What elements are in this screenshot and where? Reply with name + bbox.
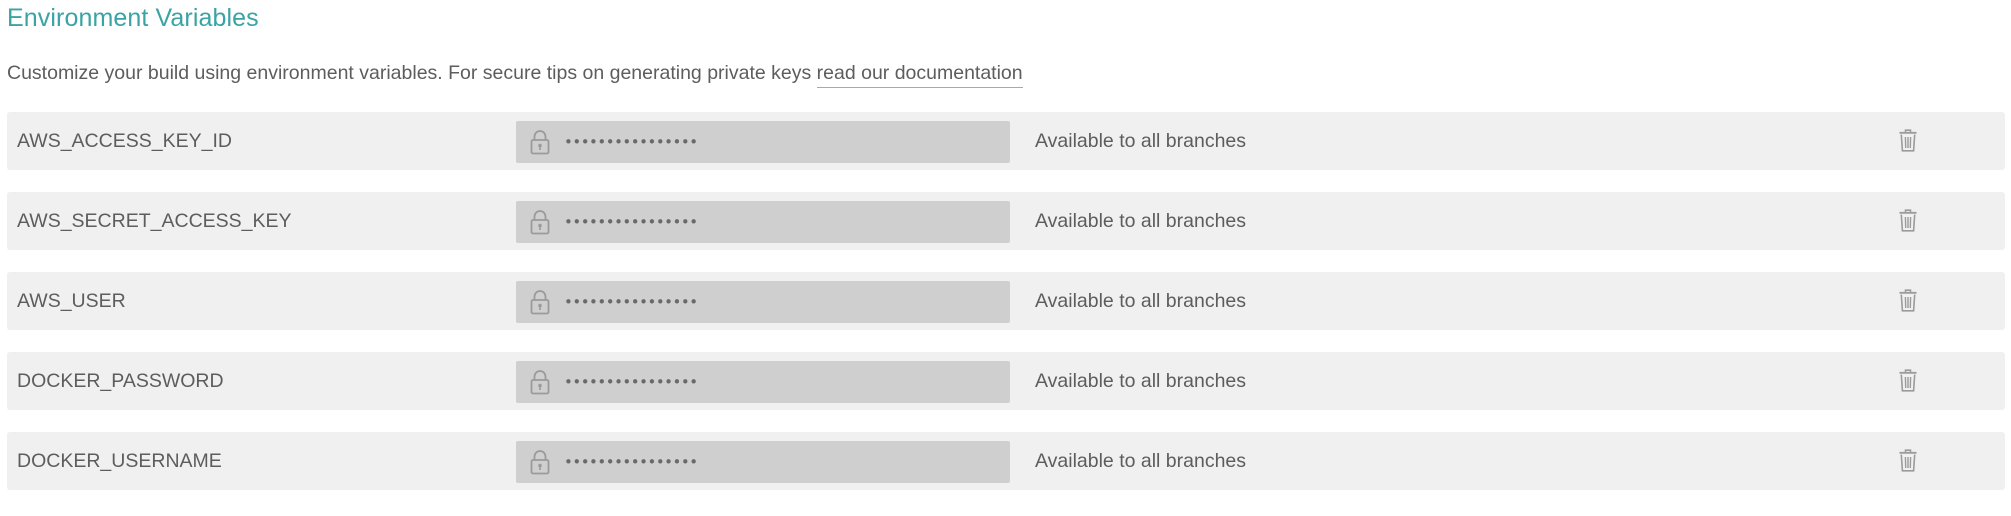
env-var-name: AWS_USER (17, 290, 126, 312)
section-title: Environment Variables (7, 4, 259, 32)
env-var-row: DOCKER_USERNAME •••••••••••••••• Availab… (7, 432, 2005, 490)
trash-icon (1899, 208, 1917, 232)
env-var-value-field[interactable]: •••••••••••••••• (516, 361, 1010, 403)
env-var-name: DOCKER_PASSWORD (17, 370, 224, 392)
delete-variable-button[interactable] (1894, 205, 1922, 235)
lock-icon (530, 210, 550, 235)
trash-icon (1899, 368, 1917, 392)
masked-value: •••••••••••••••• (564, 293, 698, 311)
lock-icon (530, 290, 550, 315)
branch-availability: Available to all branches (1035, 370, 1247, 392)
trash-icon (1899, 288, 1917, 312)
env-var-row: AWS_USER •••••••••••••••• Available to a… (7, 272, 2005, 330)
env-var-list: AWS_ACCESS_KEY_ID •••••••••••••••• Avail… (7, 112, 2005, 512)
env-var-value-field[interactable]: •••••••••••••••• (516, 281, 1010, 323)
delete-variable-button[interactable] (1894, 285, 1922, 315)
description-text: Customize your build using environment v… (7, 62, 817, 84)
branch-availability: Available to all branches (1035, 290, 1247, 312)
env-var-value-field[interactable]: •••••••••••••••• (516, 441, 1010, 483)
delete-variable-button[interactable] (1894, 125, 1922, 155)
env-var-name: AWS_ACCESS_KEY_ID (17, 130, 232, 152)
env-var-value-field[interactable]: •••••••••••••••• (516, 121, 1010, 163)
env-var-name: DOCKER_USERNAME (17, 450, 222, 472)
lock-icon (530, 450, 550, 475)
masked-value: •••••••••••••••• (564, 133, 698, 151)
branch-availability: Available to all branches (1035, 210, 1247, 232)
branch-availability: Available to all branches (1035, 450, 1247, 472)
env-var-row: DOCKER_PASSWORD •••••••••••••••• Availab… (7, 352, 2005, 410)
trash-icon (1899, 448, 1917, 472)
delete-variable-button[interactable] (1894, 365, 1922, 395)
lock-icon (530, 370, 550, 395)
delete-variable-button[interactable] (1894, 445, 1922, 475)
env-var-row: AWS_SECRET_ACCESS_KEY •••••••••••••••• A… (7, 192, 2005, 250)
lock-icon (530, 130, 550, 155)
masked-value: •••••••••••••••• (564, 373, 698, 391)
branch-availability: Available to all branches (1035, 130, 1247, 152)
section-description: Customize your build using environment v… (7, 62, 1023, 88)
trash-icon (1899, 128, 1917, 152)
env-var-value-field[interactable]: •••••••••••••••• (516, 201, 1010, 243)
env-var-name: AWS_SECRET_ACCESS_KEY (17, 210, 292, 232)
masked-value: •••••••••••••••• (564, 213, 698, 231)
documentation-link[interactable]: read our documentation (816, 62, 1023, 88)
masked-value: •••••••••••••••• (564, 453, 698, 471)
env-var-row: AWS_ACCESS_KEY_ID •••••••••••••••• Avail… (7, 112, 2005, 170)
